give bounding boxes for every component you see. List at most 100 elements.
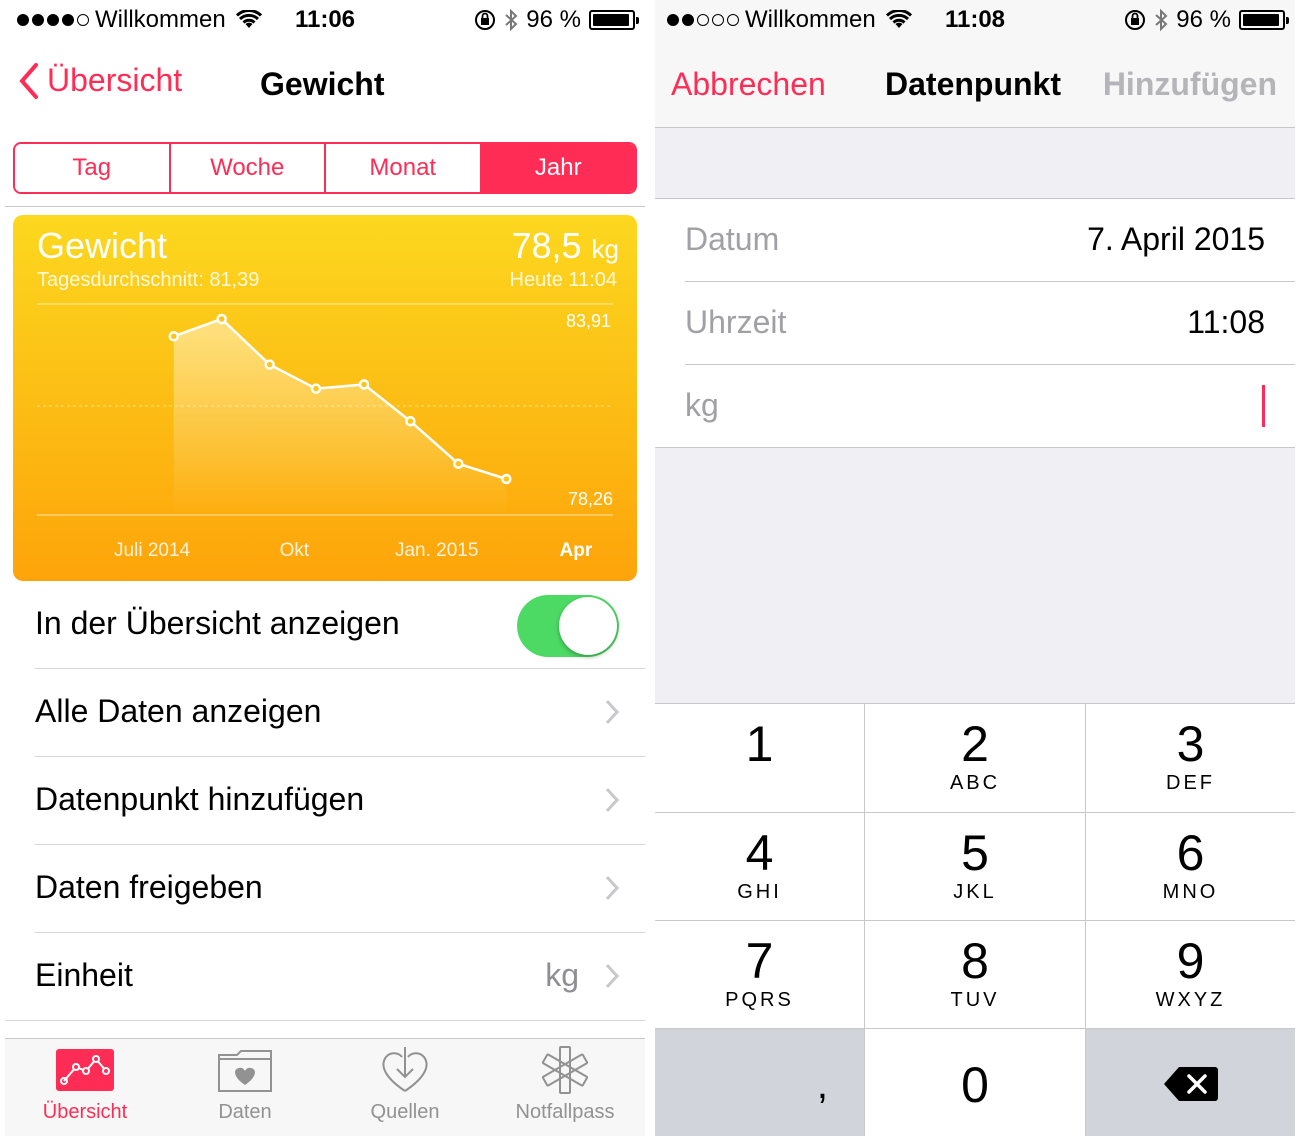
data-point: [501, 473, 512, 485]
status-time: 11:06: [294, 6, 356, 33]
unit-row[interactable]: Einheit kg: [5, 933, 645, 1021]
signal-dot: [17, 14, 29, 26]
show-in-overview-toggle[interactable]: [517, 595, 619, 657]
weight-input-label: kg: [685, 387, 719, 423]
key-digit: 6: [1176, 825, 1205, 881]
digit-key-6[interactable]: 6 MNO: [1086, 813, 1295, 920]
key-digit: 1: [745, 716, 774, 772]
date-value: 7. April 2015: [1087, 221, 1265, 257]
key-digit: 0: [961, 1057, 989, 1113]
current-weight-value: 78,5: [511, 225, 582, 266]
carrier-name: Willkommen: [745, 6, 876, 33]
weight-screen: Willkommen 11:06 96 % Übersicht Gewicht …: [5, 0, 645, 1136]
add-button[interactable]: Hinzufügen: [1103, 66, 1277, 103]
key-digit: 3: [1176, 716, 1205, 772]
signal-dot: [77, 14, 89, 26]
share-data-row[interactable]: Daten freigeben: [35, 845, 645, 933]
folder-heart-icon: [218, 1050, 272, 1092]
key-letters: JKL: [953, 881, 997, 903]
chevron-right-icon: [605, 787, 619, 813]
digit-key-2[interactable]: 2 ABC: [865, 704, 1085, 812]
data-point: [405, 415, 416, 427]
dashboard-icon: [56, 1049, 114, 1091]
key-digit: 4: [745, 825, 774, 881]
chevron-left-icon: [19, 62, 38, 99]
tab-overview[interactable]: Übersicht: [5, 1039, 165, 1136]
tab-data[interactable]: Daten: [165, 1039, 325, 1136]
digit-key-7[interactable]: 7 PQRS: [655, 921, 864, 1028]
all-data-row[interactable]: Alle Daten anzeigen: [35, 669, 645, 757]
x-tick-label: Apr: [560, 540, 593, 561]
tab-medical-id[interactable]: Notfallpass: [485, 1039, 645, 1136]
carrier-name: Willkommen: [95, 6, 226, 33]
tab-label: Quellen: [370, 1101, 440, 1123]
x-tick-label: Jan. 2015: [395, 540, 478, 561]
tab-bar: Übersicht Daten Quellen Notfallpass: [5, 1038, 645, 1136]
segment-year[interactable]: Jahr: [481, 144, 635, 192]
series-area: [173, 319, 507, 515]
battery-percent: 96 %: [526, 6, 581, 33]
key-digit: 8: [961, 933, 989, 989]
tab-label: Notfallpass: [515, 1101, 615, 1123]
key-letters: ABC: [949, 772, 1001, 794]
all-data-label: Alle Daten anzeigen: [35, 693, 322, 729]
digit-key-3[interactable]: 3 DEF: [1086, 704, 1295, 812]
key-digit: 5: [961, 825, 989, 881]
signal-dot: [47, 14, 59, 26]
decimal-key[interactable]: ,: [655, 1029, 864, 1136]
signal-dot: [697, 14, 709, 26]
key-digit: ,: [816, 1063, 828, 1107]
bluetooth-icon: [1155, 8, 1168, 32]
delete-key[interactable]: [1086, 1029, 1295, 1136]
signal-dot: [712, 14, 724, 26]
segment-day[interactable]: Tag: [15, 144, 171, 192]
signal-strength-icon: [667, 14, 739, 26]
download-heart-icon: [382, 1047, 428, 1092]
rotation-lock-icon: [1125, 10, 1146, 30]
data-point: [453, 458, 464, 469]
key-digit: 9: [1176, 933, 1205, 989]
time-row[interactable]: Uhrzeit 11:08: [685, 282, 1295, 365]
time-value: 11:08: [1187, 304, 1265, 340]
key-letters: GHI: [737, 881, 782, 903]
signal-dot: [62, 14, 74, 26]
digit-key-4[interactable]: 4 GHI: [655, 813, 864, 920]
x-tick-label: Okt: [280, 540, 310, 561]
carrier: Willkommen: [17, 6, 262, 34]
key-digit: 2: [961, 716, 989, 772]
numeric-keypad: 1 2 ABC 3 DEF 4 GHI 5 JKL 6 MNO 7 PQRS 8 TUV 9 WXYZ, 0: [655, 703, 1295, 1136]
wifi-icon: [235, 10, 262, 28]
signal-dot: [727, 14, 739, 26]
show-in-overview-label: In der Übersicht anzeigen: [35, 605, 400, 641]
key-digit: 7: [745, 933, 774, 989]
data-point: [264, 359, 275, 370]
digit-key-5[interactable]: 5 JKL: [865, 813, 1085, 920]
period-segmented-control: Tag Woche Monat Jahr: [13, 142, 637, 194]
chevron-right-icon: [605, 699, 619, 725]
date-row[interactable]: Datum 7. April 2015: [685, 199, 1295, 282]
digit-key-8[interactable]: 8 TUV: [865, 921, 1085, 1028]
navigation-bar: Abbrechen Datenpunkt Hinzufügen: [655, 40, 1295, 128]
date-label: Datum: [685, 221, 780, 257]
wifi-icon: [885, 10, 912, 28]
data-point: [310, 383, 322, 394]
tab-label: Übersicht: [42, 1101, 128, 1123]
measurement-time: Heute 11:04: [509, 269, 618, 291]
cancel-button[interactable]: Abbrechen: [671, 66, 826, 103]
back-button[interactable]: Übersicht: [19, 62, 182, 99]
add-datapoint-row[interactable]: Datenpunkt hinzufügen: [35, 757, 645, 845]
weight-input-row[interactable]: kg: [655, 365, 1295, 448]
current-weight-unit: kg: [591, 234, 619, 264]
segment-week[interactable]: Woche: [170, 144, 326, 192]
star-of-life-icon: [541, 1046, 589, 1094]
tab-sources[interactable]: Quellen: [325, 1039, 485, 1136]
digit-key-1[interactable]: 1: [655, 704, 864, 812]
digit-key-0[interactable]: 0: [865, 1029, 1085, 1136]
digit-key-9[interactable]: 9 WXYZ: [1086, 921, 1295, 1028]
weight-chart-card[interactable]: 83,91 78,26 Juli 2014 Okt Jan. 2015 Apr Gewic…: [13, 215, 637, 581]
key-letters: MNO: [1162, 881, 1219, 903]
add-datapoint-label: Datenpunkt hinzufügen: [35, 781, 365, 817]
segment-month[interactable]: Monat: [326, 144, 482, 192]
signal-dot: [667, 14, 679, 26]
status-bar: Willkommen 11:08 96 %: [655, 0, 1295, 40]
